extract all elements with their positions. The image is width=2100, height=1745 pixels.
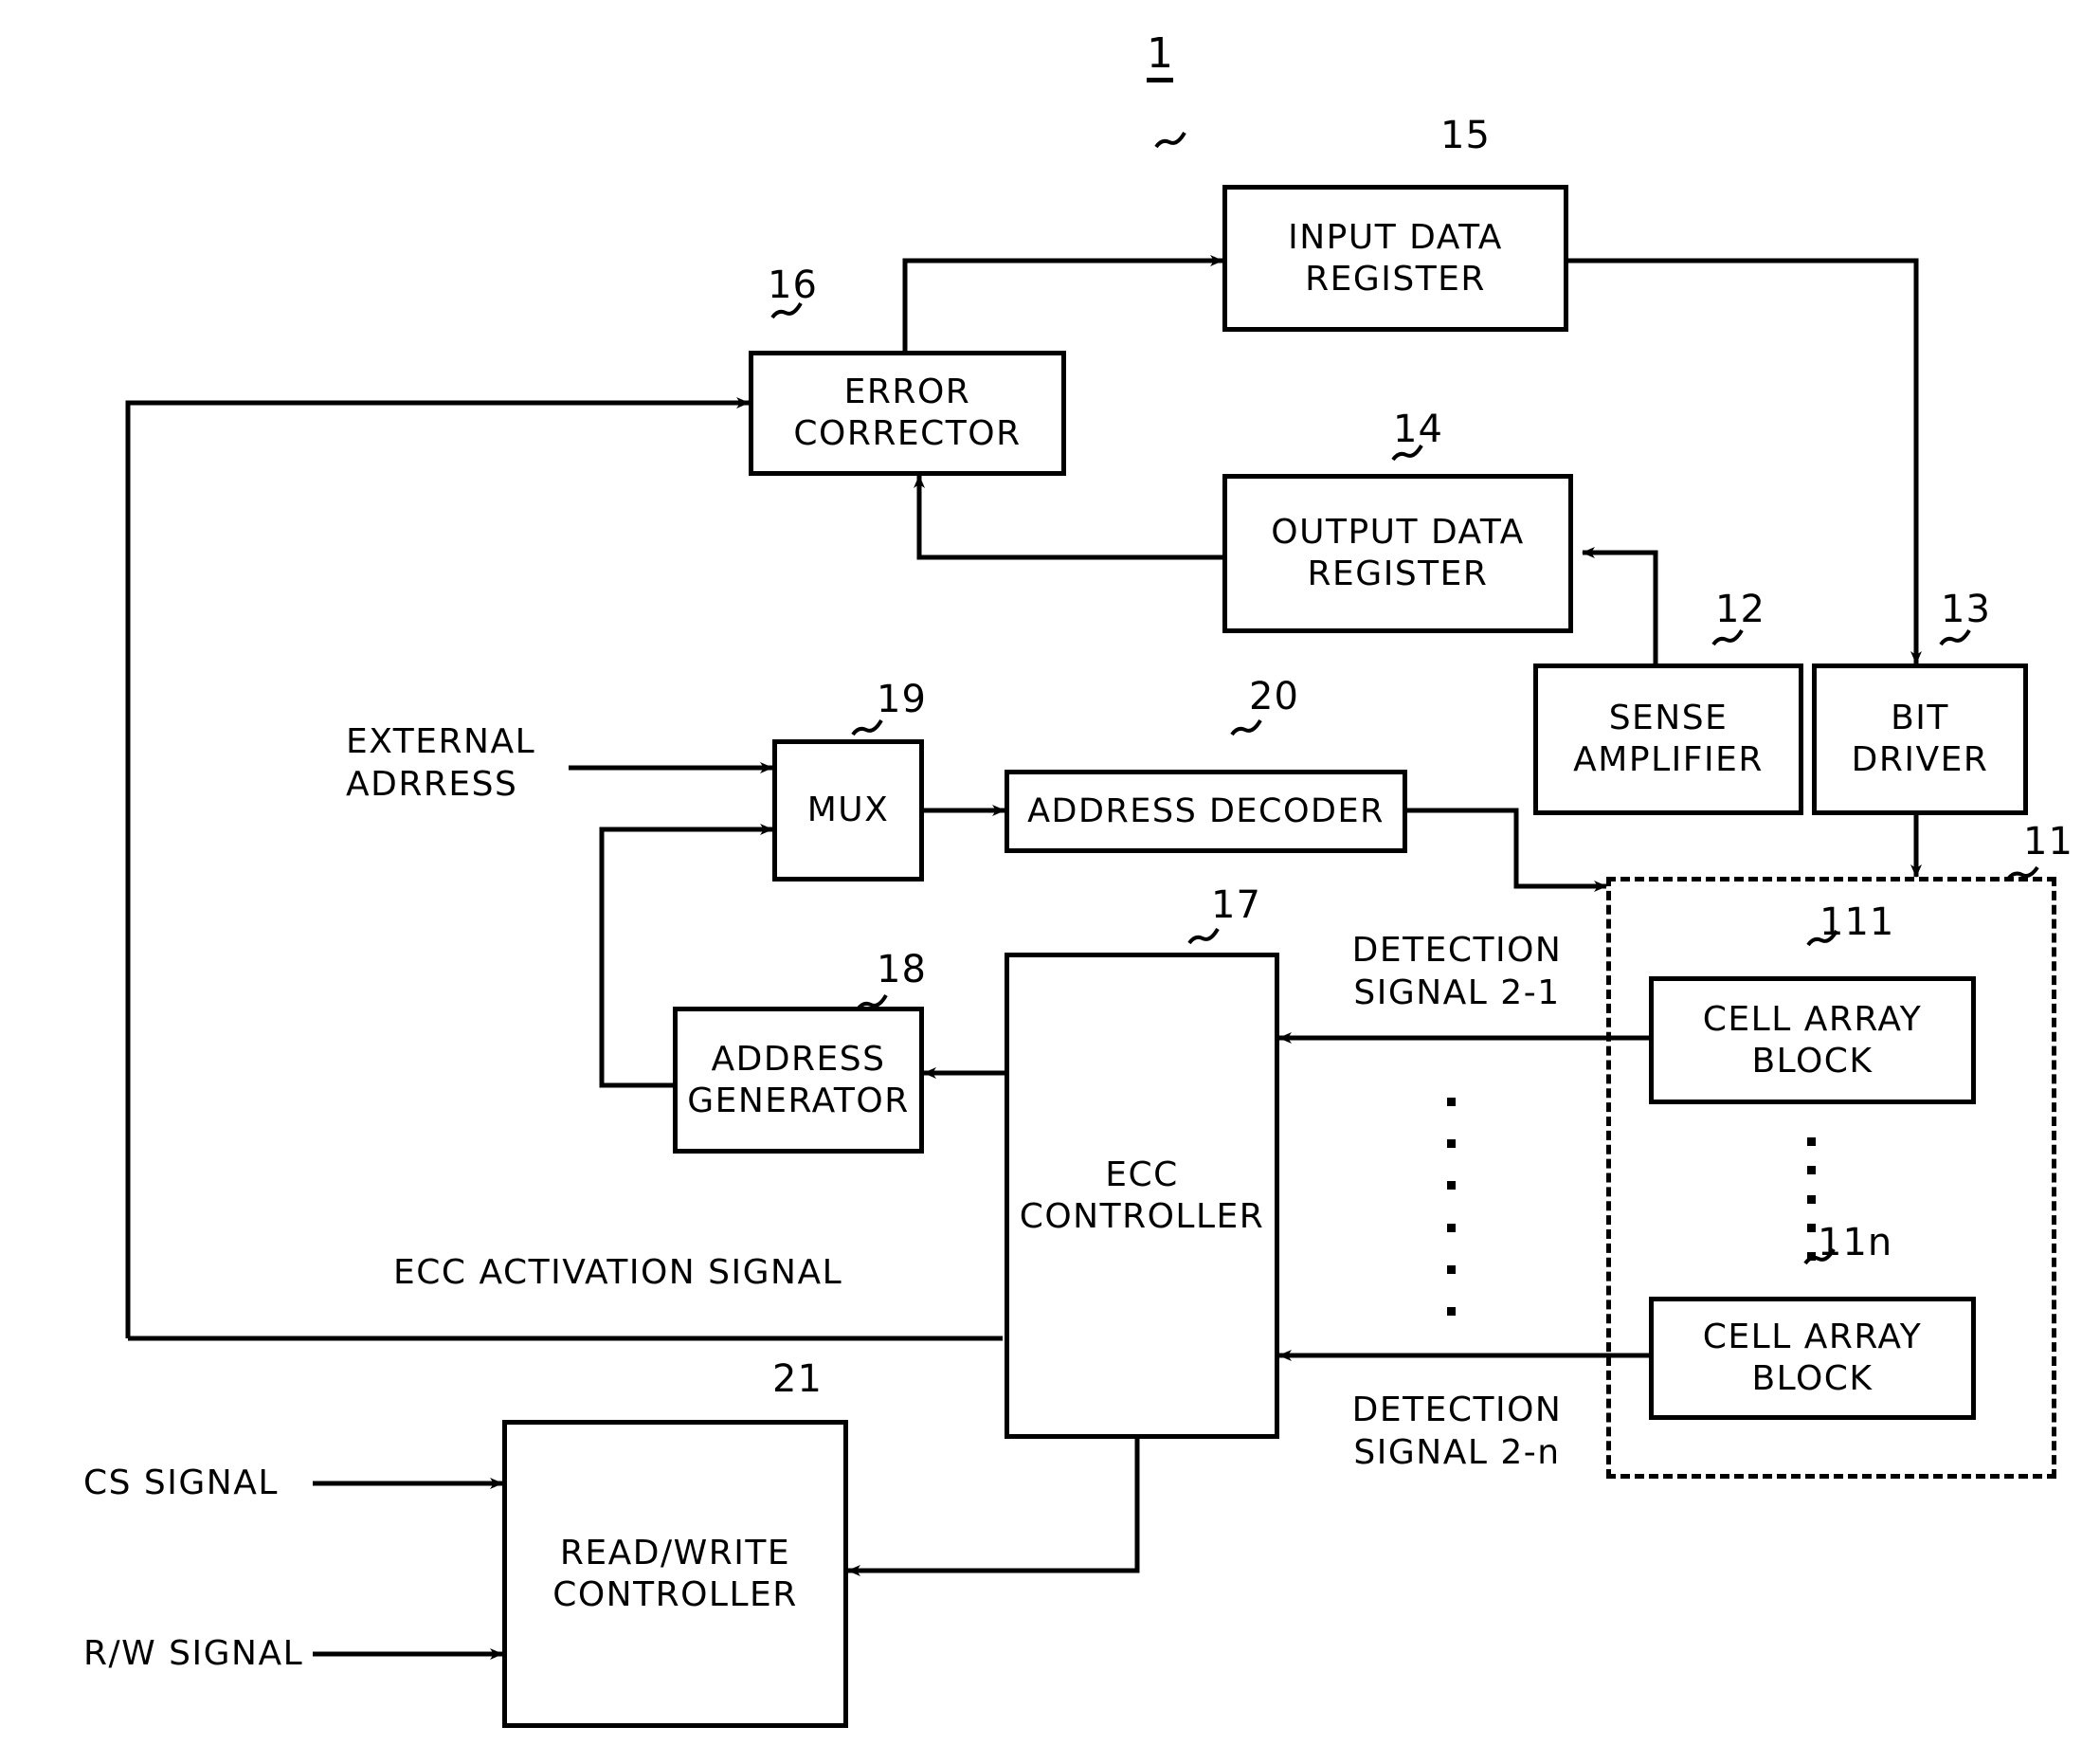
block-sense-amplifier[interactable]: SENSE AMPLIFIER	[1533, 663, 1803, 815]
label-rw-signal: R/W SIGNAL	[83, 1634, 304, 1673]
ref-number-20: 20	[1249, 675, 1299, 718]
block-address-decoder[interactable]: ADDRESS DECODER	[1005, 770, 1407, 853]
label-detection-signal-n: DETECTION SIGNAL 2-n	[1351, 1391, 1563, 1472]
block-mux[interactable]: MUX	[772, 739, 924, 882]
vertical-ellipsis-cell-array-blocks	[1805, 1137, 1817, 1261]
ref-number-12: 12	[1715, 588, 1765, 631]
ref-number-11n: 11n	[1818, 1221, 1893, 1264]
ref-number-18: 18	[877, 948, 927, 991]
block-cell-array-block-n[interactable]: CELL ARRAY BLOCK	[1649, 1297, 1976, 1420]
block-cell-array-block-1[interactable]: CELL ARRAY BLOCK	[1649, 976, 1976, 1104]
block-output-data-register[interactable]: OUTPUT DATA REGISTER	[1222, 474, 1573, 633]
ref-number-15: 15	[1440, 114, 1491, 157]
ref-number-17: 17	[1211, 883, 1261, 927]
ref-leader-lines-layer	[758, 131, 2039, 1438]
label-detection-signal-1: DETECTION SIGNAL 2-1	[1351, 931, 1563, 1012]
ref-number-16: 16	[768, 264, 818, 307]
block-ecc-controller[interactable]: ECC CONTROLLER	[1005, 953, 1279, 1439]
ref-number-111: 111	[1819, 900, 1895, 944]
block-address-generator[interactable]: ADDRESS GENERATOR	[673, 1007, 924, 1154]
block-input-data-register[interactable]: INPUT DATA REGISTER	[1222, 185, 1568, 332]
ref-number-19: 19	[877, 678, 927, 721]
label-external-address: EXTERNAL ADRRESS	[346, 722, 536, 804]
ref-number-21: 21	[772, 1357, 823, 1401]
vertical-ellipsis-detection-signals	[1445, 1098, 1457, 1316]
label-cs-signal: CS SIGNAL	[83, 1463, 279, 1502]
ref-number-13: 13	[1941, 588, 1991, 631]
block-error-corrector[interactable]: ERROR CORRECTOR	[749, 351, 1066, 476]
block-bit-driver[interactable]: BIT DRIVER	[1812, 663, 2028, 815]
label-ecc-activation-signal: ECC ACTIVATION SIGNAL	[393, 1253, 843, 1292]
ref-number-14: 14	[1393, 408, 1443, 451]
block-read-write-controller[interactable]: READ/WRITE CONTROLLER	[502, 1420, 848, 1728]
patent-figure-canvas: 1 11 INPUT DATA REGISTER 15 ERROR CORREC…	[0, 0, 2100, 1745]
